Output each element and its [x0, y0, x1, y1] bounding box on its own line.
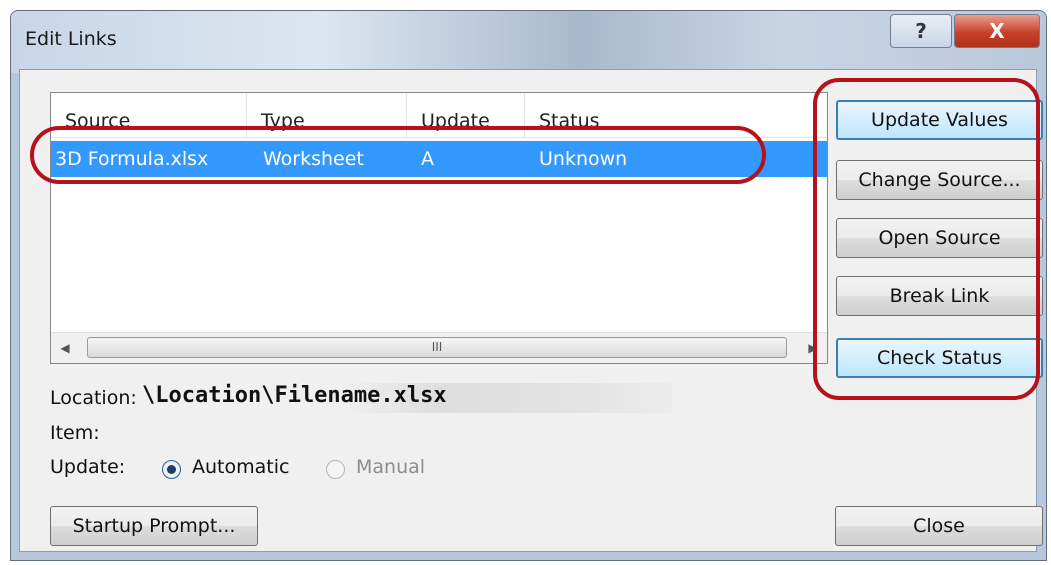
- radio-selected-icon: [167, 465, 176, 474]
- scroll-left-icon[interactable]: ◀: [51, 333, 79, 363]
- horizontal-scrollbar[interactable]: ◀ III ▶: [51, 332, 827, 363]
- dialog-title: Edit Links: [25, 28, 117, 50]
- title-bar[interactable]: Edit Links ? X: [11, 11, 1046, 73]
- dialog-body: Source Type Update Status 3D Formula.xls…: [19, 69, 1043, 552]
- automatic-label[interactable]: Automatic: [192, 456, 289, 478]
- cell-update: A: [421, 148, 434, 170]
- help-icon: ?: [915, 19, 927, 43]
- column-header-type[interactable]: Type: [247, 93, 407, 137]
- window-close-button[interactable]: X: [954, 14, 1040, 48]
- table-row[interactable]: 3D Formula.xlsx Worksheet A Unknown: [51, 141, 827, 177]
- update-mode-label: Update:: [50, 456, 126, 478]
- check-status-button[interactable]: Check Status: [836, 338, 1043, 378]
- scroll-thumb[interactable]: III: [87, 337, 787, 358]
- links-list[interactable]: Source Type Update Status 3D Formula.xls…: [50, 92, 828, 364]
- startup-prompt-button[interactable]: Startup Prompt...: [50, 506, 258, 546]
- cell-source: 3D Formula.xlsx: [55, 148, 209, 170]
- manual-radio: [326, 460, 345, 479]
- open-source-button[interactable]: Open Source: [836, 218, 1043, 258]
- close-button[interactable]: Close: [835, 506, 1043, 546]
- automatic-radio[interactable]: [162, 460, 181, 479]
- column-header-status[interactable]: Status: [525, 93, 815, 137]
- location-value: \Location\Filename.xlsx: [142, 383, 447, 408]
- edit-links-dialog: Edit Links ? X Source Type Update Status…: [10, 10, 1047, 561]
- column-header-source[interactable]: Source: [51, 93, 247, 137]
- help-button[interactable]: ?: [890, 14, 952, 48]
- column-header-update[interactable]: Update: [407, 93, 525, 137]
- cell-status: Unknown: [539, 148, 628, 170]
- break-link-button[interactable]: Break Link: [836, 276, 1043, 316]
- update-values-button[interactable]: Update Values: [836, 100, 1043, 140]
- grip-icon: III: [431, 340, 443, 354]
- manual-label: Manual: [356, 456, 426, 478]
- change-source-button[interactable]: Change Source...: [836, 160, 1043, 200]
- cell-type: Worksheet: [263, 148, 364, 170]
- close-icon: X: [989, 19, 1005, 43]
- list-header: Source Type Update Status: [51, 93, 827, 138]
- location-label: Location:: [50, 387, 137, 409]
- scroll-right-icon[interactable]: ▶: [799, 333, 827, 363]
- item-label: Item:: [50, 422, 100, 444]
